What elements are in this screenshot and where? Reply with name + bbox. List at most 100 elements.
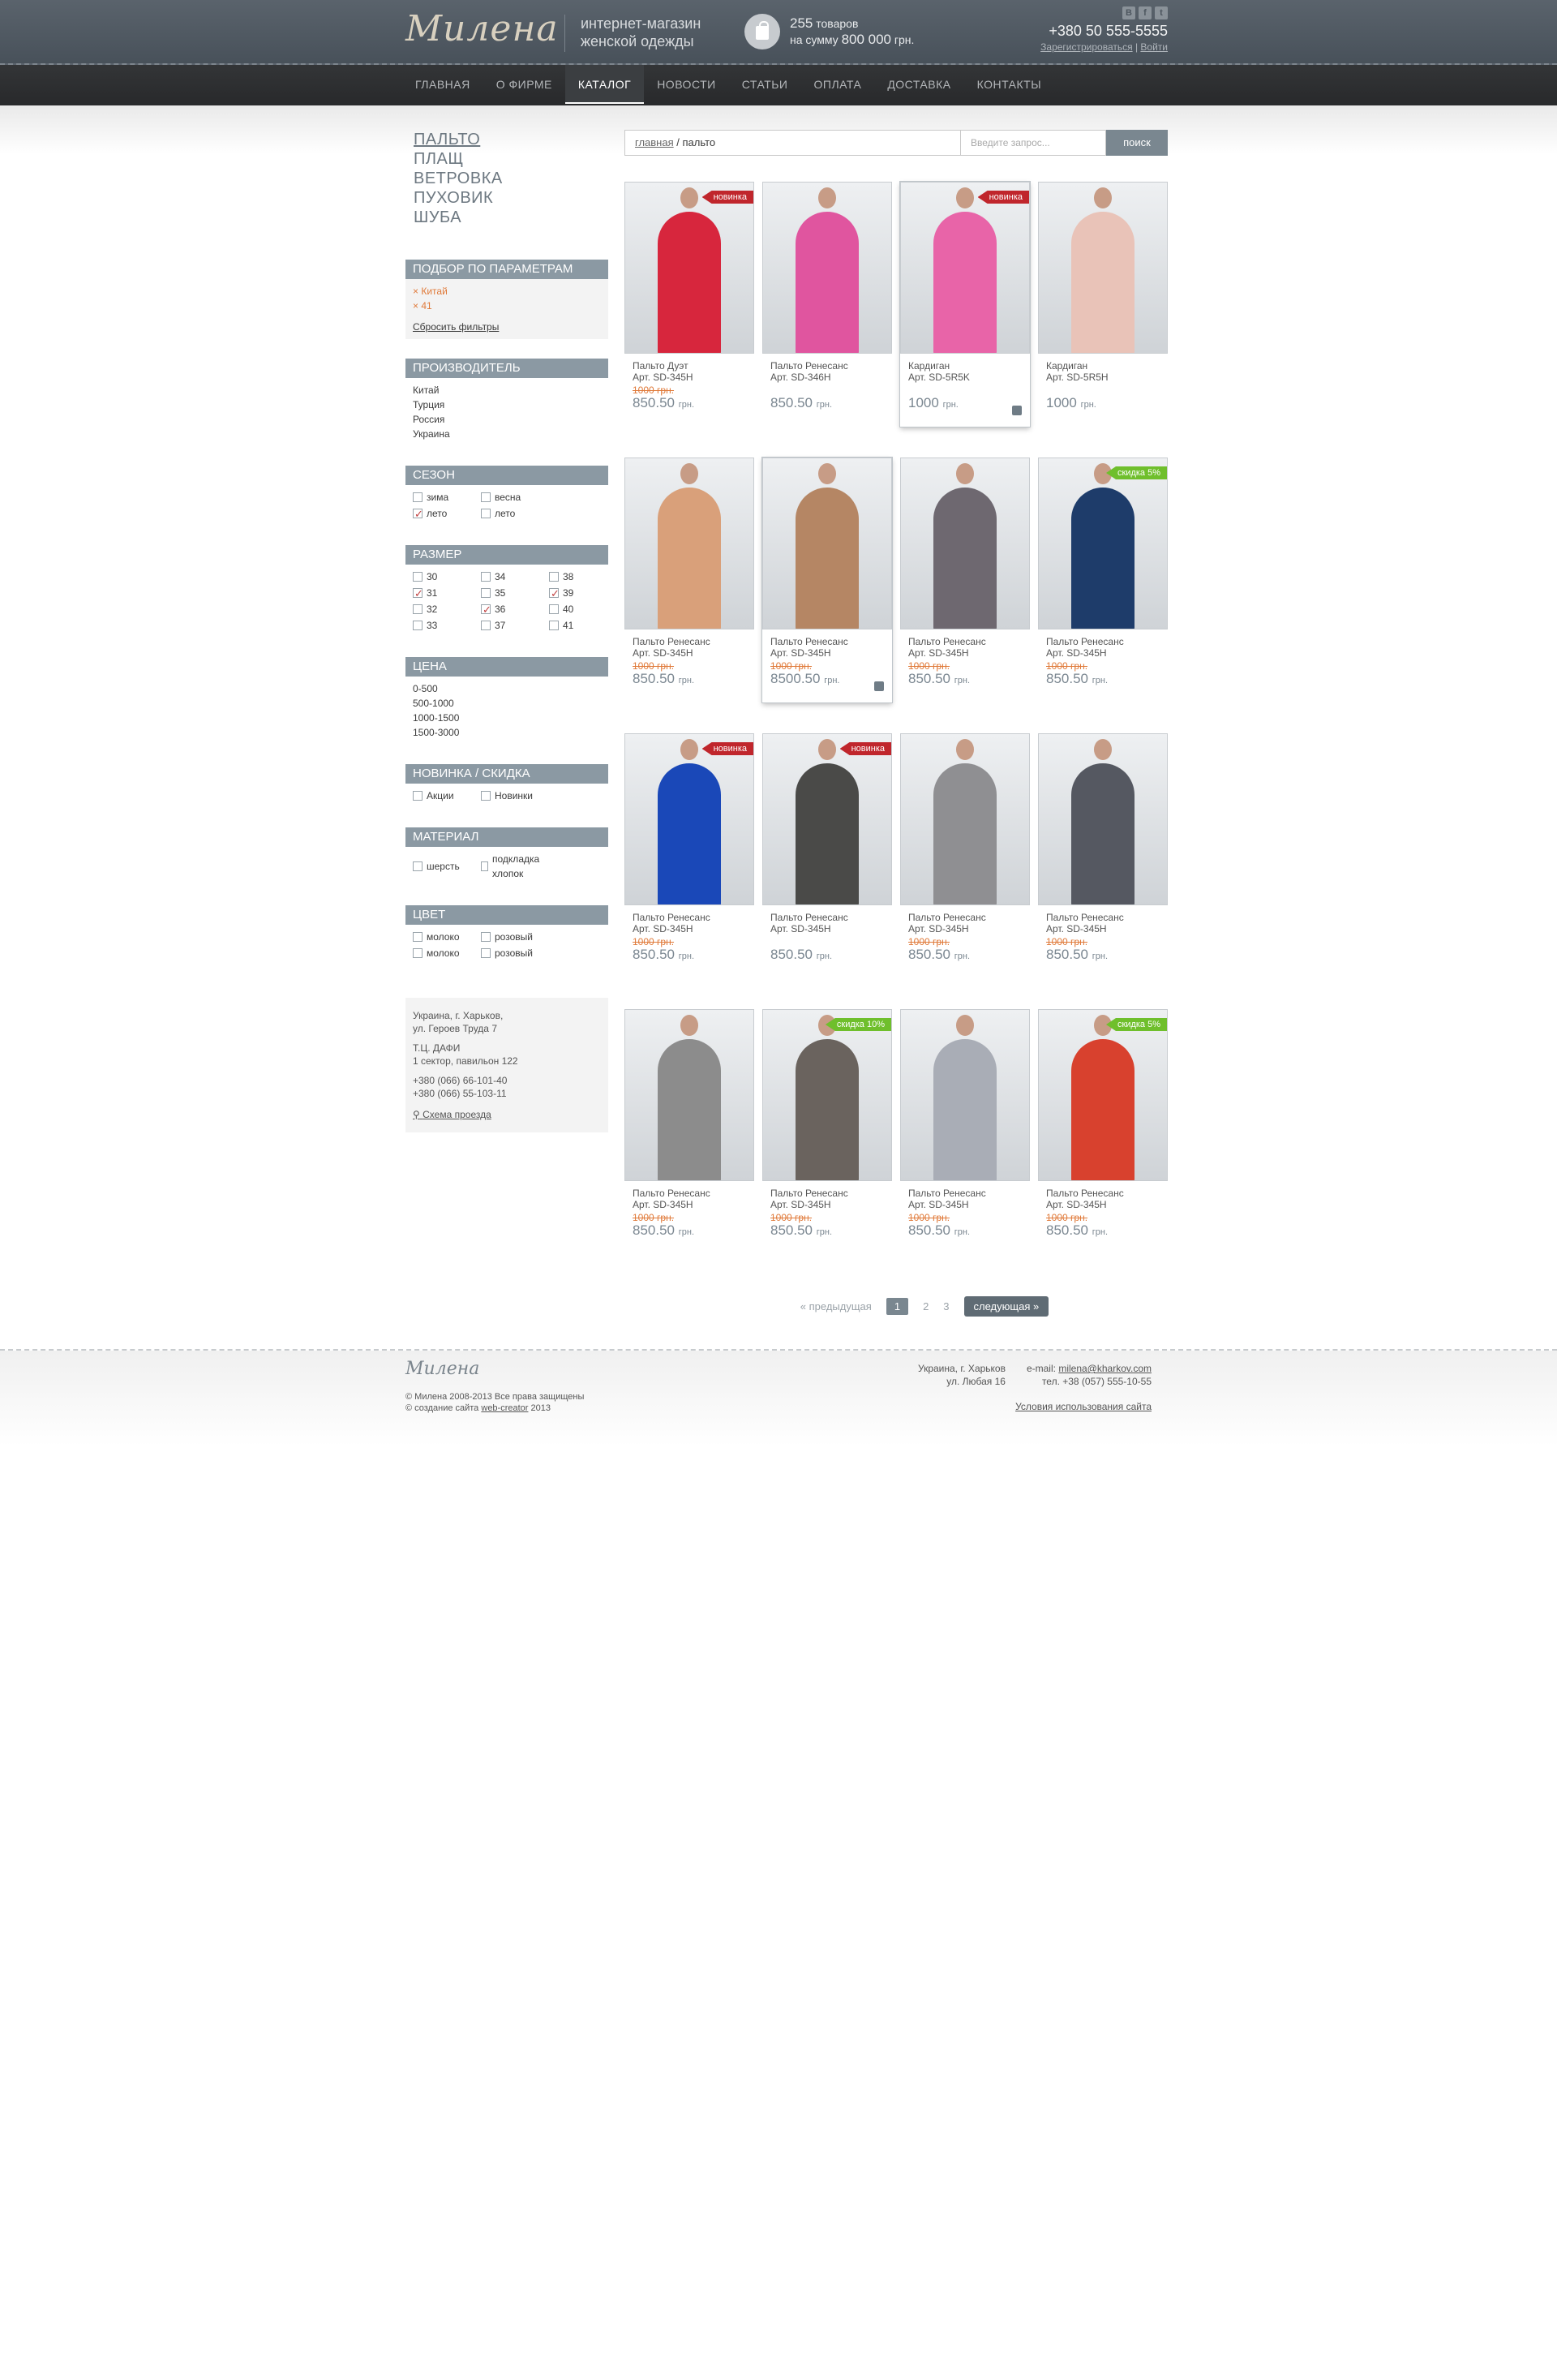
checkbox[interactable] <box>549 621 559 630</box>
product-card[interactable]: скидка 10% Пальто Ренесанс Арт. SD-345H 100… <box>762 1009 892 1254</box>
facebook-icon[interactable]: f <box>1139 6 1152 19</box>
price-option[interactable]: 1500-3000 <box>413 725 601 740</box>
season-checkbox-row[interactable]: весна <box>481 490 549 505</box>
product-card[interactable]: новинка Кардиган Арт. SD-5R5K 1000 грн. <box>900 182 1030 427</box>
shopping-bag-icon[interactable] <box>744 14 780 49</box>
reset-filters-link[interactable]: Сбросить фильтры <box>413 320 601 334</box>
size-checkbox-row[interactable]: 32 <box>413 602 481 616</box>
product-photo[interactable]: скидка 5% <box>1038 1009 1168 1181</box>
product-name[interactable]: Пальто Ренесанс <box>633 912 746 923</box>
nav-item[interactable]: ДОСТАВКА <box>874 65 963 104</box>
color-checkbox-row[interactable]: розовый <box>481 946 549 960</box>
product-card[interactable]: Пальто Ренесанс Арт. SD-346H 850.50 грн. <box>762 182 892 427</box>
size-checkbox-row[interactable]: 31 <box>413 586 481 601</box>
nav-item[interactable]: ОПЛАТА <box>801 65 875 104</box>
checkbox[interactable] <box>481 588 491 598</box>
add-to-cart-icon[interactable] <box>874 681 884 691</box>
product-photo[interactable] <box>762 182 892 354</box>
page-number[interactable]: 1 <box>886 1298 909 1315</box>
product-card[interactable]: скидка 5% Пальто Ренесанс Арт. SD-345H 1000… <box>1038 1009 1168 1254</box>
product-card[interactable]: Пальто Ренесанс Арт. SD-345H 1000 грн. 850.… <box>1038 733 1168 978</box>
cart-summary[interactable]: 255 товаров на сумму 800 000 грн. <box>744 14 914 49</box>
manufacturer-option[interactable]: Турция <box>413 397 601 412</box>
product-name[interactable]: Пальто Ренесанс <box>908 912 1022 923</box>
product-card[interactable]: Пальто Ренесанс Арт. SD-345H 1000 грн. 850.… <box>900 733 1030 978</box>
size-checkbox-row[interactable]: 33 <box>413 618 481 633</box>
size-checkbox-row[interactable]: 41 <box>549 618 617 633</box>
product-card[interactable]: новинка Пальто Дуэт Арт. SD-345H 1000 грн. 8… <box>624 182 754 427</box>
product-card[interactable]: Пальто Ренесанс Арт. SD-345H 1000 грн. 850.… <box>900 458 1030 702</box>
product-name[interactable]: Пальто Ренесанс <box>770 360 884 372</box>
product-name[interactable]: Пальто Ренесанс <box>1046 636 1160 647</box>
search-input[interactable]: Введите запрос... <box>960 130 1106 156</box>
nav-item[interactable]: КОНТАКТЫ <box>964 65 1055 104</box>
nav-item[interactable]: ГЛАВНАЯ <box>402 65 483 104</box>
checkbox[interactable] <box>413 948 422 958</box>
product-photo[interactable]: новинка <box>624 733 754 905</box>
product-card[interactable]: скидка 5% Пальто Ренесанс Арт. SD-345H 1000… <box>1038 458 1168 702</box>
nav-item[interactable]: СТАТЬИ <box>729 65 801 104</box>
terms-link[interactable]: Условия использования сайта <box>1015 1401 1152 1412</box>
checkbox[interactable] <box>413 572 422 582</box>
size-checkbox-row[interactable]: 36 <box>481 602 549 617</box>
checkbox[interactable] <box>481 861 489 871</box>
checkbox[interactable] <box>481 621 491 630</box>
product-photo[interactable] <box>900 733 1030 905</box>
price-option[interactable]: 0-500 <box>413 681 601 696</box>
footer-logo[interactable]: Милена <box>405 1359 479 1379</box>
color-checkbox-row[interactable]: молоко <box>413 930 481 944</box>
manufacturer-option[interactable]: Китай <box>413 383 601 397</box>
novelty-checkbox-row[interactable]: Акции <box>413 788 481 803</box>
search-button[interactable]: поиск <box>1106 130 1168 156</box>
size-checkbox-row[interactable]: 37 <box>481 618 549 633</box>
season-checkbox-row[interactable]: лето <box>481 506 549 521</box>
season-checkbox-row[interactable]: лето <box>413 506 481 522</box>
color-checkbox-row[interactable]: молоко <box>413 946 481 960</box>
product-photo[interactable] <box>762 458 892 629</box>
product-photo[interactable] <box>900 458 1030 629</box>
checkbox[interactable] <box>481 603 491 617</box>
product-card[interactable]: новинка Пальто Ренесанс Арт. SD-345H 1000 г… <box>624 733 754 978</box>
checkbox[interactable] <box>413 586 423 601</box>
product-card[interactable]: Пальто Ренесанс Арт. SD-345H 1000 грн. 850.… <box>624 458 754 702</box>
checkbox[interactable] <box>549 572 559 582</box>
category-link[interactable]: ШУБА <box>414 208 600 227</box>
next-page-button[interactable]: следующая » <box>963 1296 1049 1317</box>
category-link[interactable]: ПАЛЬТО <box>414 130 600 149</box>
checkbox[interactable] <box>413 791 422 801</box>
product-photo[interactable] <box>900 1009 1030 1181</box>
add-to-cart-icon[interactable] <box>1012 406 1022 415</box>
vk-icon[interactable]: В <box>1122 6 1135 19</box>
product-name[interactable]: Кардиган <box>1046 360 1160 372</box>
prev-page-link[interactable]: « предыдущая <box>800 1300 872 1312</box>
checkbox[interactable] <box>549 604 559 614</box>
register-link[interactable]: Зарегистрироваться <box>1040 41 1132 53</box>
product-photo[interactable]: новинка <box>624 182 754 354</box>
product-name[interactable]: Пальто Дуэт <box>633 360 746 372</box>
product-photo[interactable] <box>1038 182 1168 354</box>
breadcrumb-home[interactable]: главная <box>635 136 674 148</box>
product-name[interactable]: Пальто Ренесанс <box>633 1188 746 1199</box>
product-name[interactable]: Пальто Ренесанс <box>908 636 1022 647</box>
product-card[interactable]: Кардиган Арт. SD-5R5H 1000 грн. <box>1038 182 1168 427</box>
size-checkbox-row[interactable]: 38 <box>549 569 617 584</box>
login-link[interactable]: Войти <box>1140 41 1168 53</box>
product-name[interactable]: Пальто Ренесанс <box>770 636 884 647</box>
nav-item[interactable]: КАТАЛОГ <box>564 65 645 104</box>
product-name[interactable]: Пальто Ренесанс <box>1046 912 1160 923</box>
checkbox[interactable] <box>481 791 491 801</box>
price-option[interactable]: 1000-1500 <box>413 711 601 725</box>
product-card[interactable]: Пальто Ренесанс Арт. SD-345H 1000 грн. 850.… <box>624 1009 754 1254</box>
product-card[interactable]: Пальто Ренесанс Арт. SD-345H 1000 грн. 850.… <box>900 1009 1030 1254</box>
category-link[interactable]: ПУХОВИК <box>414 188 600 208</box>
product-name[interactable]: Кардиган <box>908 360 1022 372</box>
manufacturer-option[interactable]: Украина <box>413 427 601 441</box>
size-checkbox-row[interactable]: 30 <box>413 569 481 584</box>
checkbox[interactable] <box>413 861 422 871</box>
category-link[interactable]: ПЛАЩ <box>414 149 600 169</box>
checkbox[interactable] <box>481 492 491 502</box>
size-checkbox-row[interactable]: 35 <box>481 586 549 600</box>
size-checkbox-row[interactable]: 39 <box>549 586 617 601</box>
product-photo[interactable]: новинка <box>900 182 1030 354</box>
checkbox[interactable] <box>413 507 423 522</box>
